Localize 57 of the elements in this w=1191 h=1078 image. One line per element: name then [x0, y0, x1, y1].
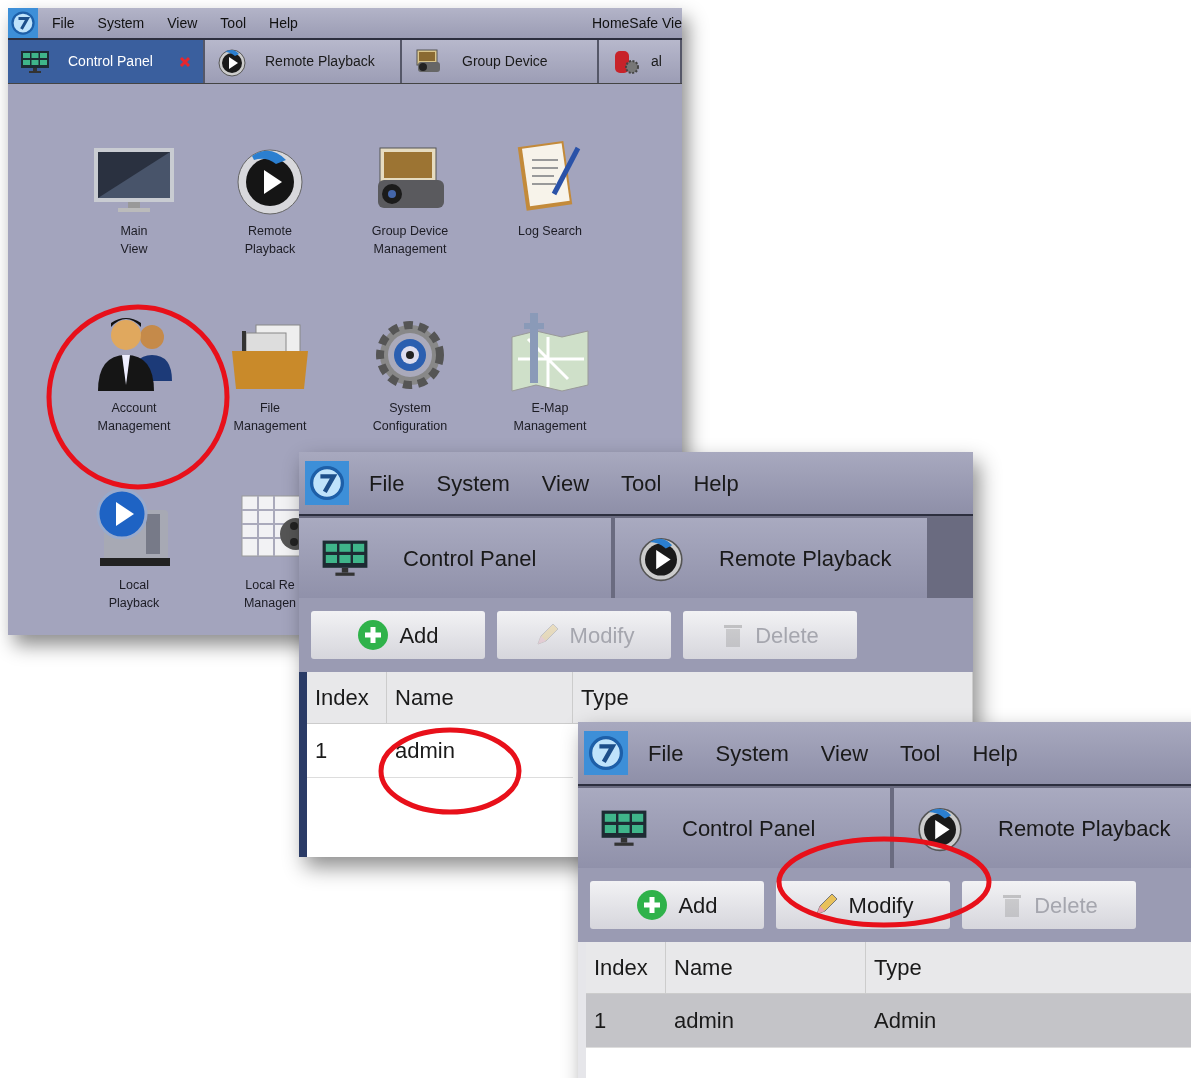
tile-label[interactable]: Main View: [120, 222, 148, 258]
menu-item[interactable]: Help: [972, 736, 1018, 770]
monitor-icon: [20, 49, 50, 74]
tab[interactable]: Remote Playback: [615, 518, 927, 598]
tile-label[interactable]: Local Re Managen: [243, 576, 297, 612]
tab[interactable]: Remote Playback: [894, 788, 1191, 868]
column-header[interactable]: Name: [666, 942, 866, 993]
menu-item[interactable]: Tool: [900, 736, 941, 770]
plus-icon: [357, 619, 390, 651]
app-logo-icon: [305, 461, 349, 505]
table-cell-text: admin: [394, 737, 456, 765]
menu-item[interactable]: Help: [269, 12, 298, 34]
column-header[interactable]: Type: [866, 942, 1191, 993]
app-title: HomeSafe Vie: [592, 13, 682, 33]
tab[interactable]: Group Device: [402, 40, 597, 83]
tile-label[interactable]: File Management: [233, 399, 307, 435]
menu-item[interactable]: System: [97, 12, 145, 34]
menu-item[interactable]: File: [648, 736, 684, 770]
close-icon[interactable]: [179, 55, 191, 68]
column-header[interactable]: Name: [387, 672, 573, 723]
tab[interactable]: Remote Playback: [205, 40, 400, 83]
tab[interactable]: Control Panel: [8, 40, 203, 83]
tile-label[interactable]: Local Playback: [108, 576, 160, 612]
tile-label[interactable]: Log Search: [518, 222, 582, 240]
menu-item[interactable]: View: [820, 736, 869, 770]
column-header[interactable]: Index: [586, 942, 666, 993]
column-header[interactable]: Index: [307, 672, 387, 723]
toolbar-button[interactable]: Add: [590, 881, 764, 929]
table-cell-text: admin: [673, 1007, 735, 1035]
app-logo-icon: [584, 731, 628, 775]
menu-item[interactable]: System: [436, 466, 510, 500]
menu-item[interactable]: Tool: [220, 12, 247, 34]
tile-label[interactable]: Account Management: [97, 399, 171, 435]
tab[interactable]: al: [599, 40, 680, 83]
table-cell-text: 1: [593, 1007, 608, 1035]
toolbar-button[interactable]: Add: [311, 611, 485, 659]
menu-item[interactable]: Tool: [621, 466, 662, 500]
menu-item[interactable]: File: [369, 466, 405, 500]
menu-item[interactable]: Help: [693, 466, 739, 500]
tile-label[interactable]: E-Map Management: [513, 399, 587, 435]
plus-icon: [636, 889, 669, 921]
app-logo-icon: [8, 8, 38, 38]
menu-item[interactable]: System: [715, 736, 789, 770]
menu-item[interactable]: View: [541, 466, 590, 500]
monitor-icon: [600, 808, 648, 848]
menu-item[interactable]: View: [167, 12, 198, 34]
play-disc-icon: [217, 46, 247, 77]
tab[interactable]: Control Panel: [299, 518, 611, 598]
monitor-icon: [321, 538, 369, 578]
table-cell-text: 1: [314, 737, 329, 765]
tile-label[interactable]: System Configuration: [372, 399, 448, 435]
tab[interactable]: Control Panel: [578, 788, 890, 868]
table-row[interactable]: 1 admin Admin: [586, 994, 1191, 1048]
tile-label[interactable]: Remote Playback: [244, 222, 296, 258]
menu-item[interactable]: File: [52, 12, 75, 34]
tile-label[interactable]: Group Device Management: [371, 222, 449, 258]
table-cell-text: Admin: [873, 1007, 938, 1035]
